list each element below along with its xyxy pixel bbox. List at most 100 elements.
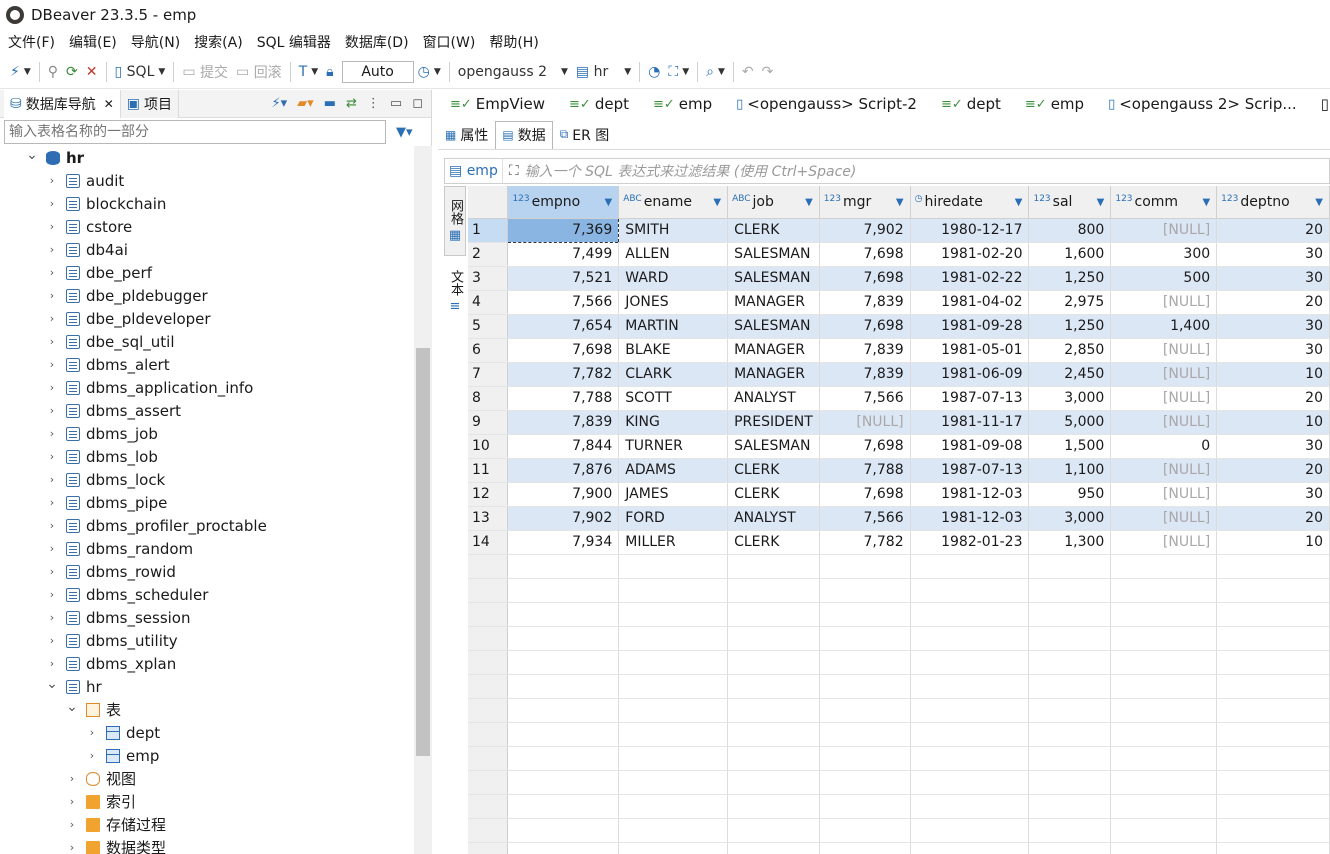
table-cell[interactable]: 3,000	[1028, 506, 1112, 531]
tree-node[interactable]: › dbms_application_info	[0, 376, 414, 399]
chevron-right-icon[interactable]: ›	[46, 174, 58, 187]
table-cell[interactable]: 30	[1216, 314, 1330, 339]
row-number[interactable]: 4	[468, 290, 509, 315]
table-cell[interactable]: SALESMAN	[727, 242, 820, 267]
tree-node[interactable]: › dbms_lob	[0, 445, 414, 468]
reconnect-button[interactable]: ⟳	[62, 59, 82, 85]
table-cell[interactable]: 1981-09-28	[910, 314, 1030, 339]
table-row[interactable]: 3 7,521 WARD SALESMAN 7,698 1981-02-22 1,250 50…	[468, 266, 1330, 291]
chevron-right-icon[interactable]: ›	[46, 588, 58, 601]
table-cell[interactable]: TURNER	[618, 434, 729, 459]
sort-arrow-icon[interactable]: ▼	[896, 197, 904, 208]
table-cell[interactable]: KING	[618, 410, 729, 435]
table-cell[interactable]: 20	[1216, 218, 1330, 243]
table-cell[interactable]: 1,250	[1028, 314, 1112, 339]
sort-arrow-icon[interactable]: ▼	[713, 197, 721, 208]
tab-projects[interactable]: ▣ 项目	[120, 89, 180, 118]
tab-database-navigator[interactable]: ⛁ 数据库导航 ✕	[4, 89, 121, 118]
table-cell[interactable]: 7,839	[507, 410, 620, 435]
text-view-button[interactable]: 文本 ≡	[444, 262, 466, 322]
tree-node[interactable]: › dbms_lock	[0, 468, 414, 491]
editor-tab[interactable]: ≡✓ dept	[929, 90, 1013, 118]
maximize-icon[interactable]: ◻	[412, 96, 423, 111]
table-row[interactable]: 6 7,698 BLAKE MANAGER 7,839 1981-05-01 2,850 [N…	[468, 338, 1330, 363]
column-header-empno[interactable]: 123 empno ▼	[507, 186, 620, 219]
table-cell[interactable]: 20	[1216, 386, 1330, 411]
transaction-mode-button[interactable]: T ▼	[295, 59, 322, 85]
menu-item[interactable]: 窗口(W)	[423, 32, 476, 52]
table-cell[interactable]: [NULL]	[1110, 218, 1218, 243]
view-menu-icon[interactable]: ⋮	[367, 96, 380, 111]
chevron-right-icon[interactable]: ›	[46, 473, 58, 486]
table-cell[interactable]: [NULL]	[1110, 338, 1218, 363]
tree-node[interactable]: › dbe_pldeveloper	[0, 307, 414, 330]
tree-node[interactable]: › dbms_profiler_proctable	[0, 514, 414, 537]
table-cell[interactable]: 2,850	[1028, 338, 1112, 363]
tree-node[interactable]: › dbe_sql_util	[0, 330, 414, 353]
tree-node[interactable]: › dbms_alert	[0, 353, 414, 376]
table-cell[interactable]: PRESIDENT	[727, 410, 820, 435]
table-cell[interactable]: 1981-12-03	[910, 506, 1030, 531]
tree-node[interactable]: › dbms_xplan	[0, 652, 414, 675]
table-cell[interactable]: 1982-01-23	[910, 530, 1030, 555]
tools-button[interactable]: ⛶ ▼	[664, 59, 693, 85]
tab-er-diagram[interactable]: ⧉ ER 图	[553, 121, 617, 149]
tab-data[interactable]: ▤ 数据	[495, 120, 553, 149]
column-header-mgr[interactable]: 123 mgr ▼	[819, 186, 911, 219]
table-cell[interactable]: 7,698	[819, 266, 911, 291]
table-row[interactable]: 5 7,654 MARTIN SALESMAN 7,698 1981-09-28 1,250…	[468, 314, 1330, 339]
table-cell[interactable]: 1,250	[1028, 266, 1112, 291]
table-cell[interactable]: FORD	[618, 506, 729, 531]
table-cell[interactable]: [NULL]	[1110, 410, 1218, 435]
table-cell[interactable]: 1981-11-17	[910, 410, 1030, 435]
column-header-comm[interactable]: 123 comm ▼	[1110, 186, 1218, 219]
row-number[interactable]: 6	[468, 338, 509, 363]
table-cell[interactable]: JAMES	[618, 482, 729, 507]
tree-node[interactable]: › db4ai	[0, 238, 414, 261]
chevron-right-icon[interactable]: ›	[86, 749, 98, 762]
connect-button[interactable]: ⚲	[44, 59, 62, 85]
table-row[interactable]: 8 7,788 SCOTT ANALYST 7,566 1987-07-13 3,000 [N…	[468, 386, 1330, 411]
forward-button[interactable]: ↷	[758, 59, 778, 85]
tree-node[interactable]: › cstore	[0, 215, 414, 238]
chevron-right-icon[interactable]: ›	[46, 381, 58, 394]
sort-arrow-icon[interactable]: ▼	[805, 197, 813, 208]
tree-node[interactable]: › dbe_perf	[0, 261, 414, 284]
table-cell[interactable]: 7,369	[507, 217, 620, 243]
table-cell[interactable]: ADAMS	[618, 458, 729, 483]
table-cell[interactable]: 300	[1110, 242, 1218, 267]
table-row[interactable]: 4 7,566 JONES MANAGER 7,839 1981-04-02 2,975 [N…	[468, 290, 1330, 315]
chevron-right-icon[interactable]: ›	[46, 496, 58, 509]
tree-node[interactable]: › 数据类型	[0, 836, 414, 854]
table-row[interactable]: 2 7,499 ALLEN SALESMAN 7,698 1981-02-20 1,600 3…	[468, 242, 1330, 267]
menu-item[interactable]: 文件(F)	[8, 32, 55, 52]
menu-item[interactable]: 搜索(A)	[194, 32, 243, 52]
chevron-right-icon[interactable]: ›	[46, 289, 58, 302]
tree-node[interactable]: › dbms_utility	[0, 629, 414, 652]
column-header-deptno[interactable]: 123 deptno ▼	[1216, 186, 1330, 219]
row-number[interactable]: 9	[468, 410, 509, 435]
table-cell[interactable]: 800	[1028, 218, 1112, 243]
table-cell[interactable]: 7,499	[507, 242, 620, 267]
table-cell[interactable]: 7,902	[819, 218, 911, 243]
row-number[interactable]: 12	[468, 482, 509, 507]
table-name-filter-input[interactable]	[4, 120, 386, 144]
tree-node[interactable]: › dbms_rowid	[0, 560, 414, 583]
chevron-right-icon[interactable]: ›	[46, 565, 58, 578]
chevron-right-icon[interactable]: ›	[46, 634, 58, 647]
table-cell[interactable]: 500	[1110, 266, 1218, 291]
menu-item[interactable]: SQL 编辑器	[257, 32, 331, 52]
table-cell[interactable]: [NULL]	[819, 410, 911, 435]
tree-node[interactable]: ⌄ 表	[0, 698, 414, 721]
table-cell[interactable]: 7,698	[819, 314, 911, 339]
table-cell[interactable]: SMITH	[618, 218, 729, 243]
table-cell[interactable]: CLERK	[727, 458, 820, 483]
table-cell[interactable]: 7,788	[819, 458, 911, 483]
table-cell[interactable]: CLERK	[727, 218, 820, 243]
row-number[interactable]: 11	[468, 458, 509, 483]
table-cell[interactable]: 7,782	[819, 530, 911, 555]
table-cell[interactable]: MANAGER	[727, 290, 820, 315]
table-cell[interactable]: MANAGER	[727, 338, 820, 363]
tree-node[interactable]: › emp	[0, 744, 414, 767]
tree-node[interactable]: › dbms_random	[0, 537, 414, 560]
